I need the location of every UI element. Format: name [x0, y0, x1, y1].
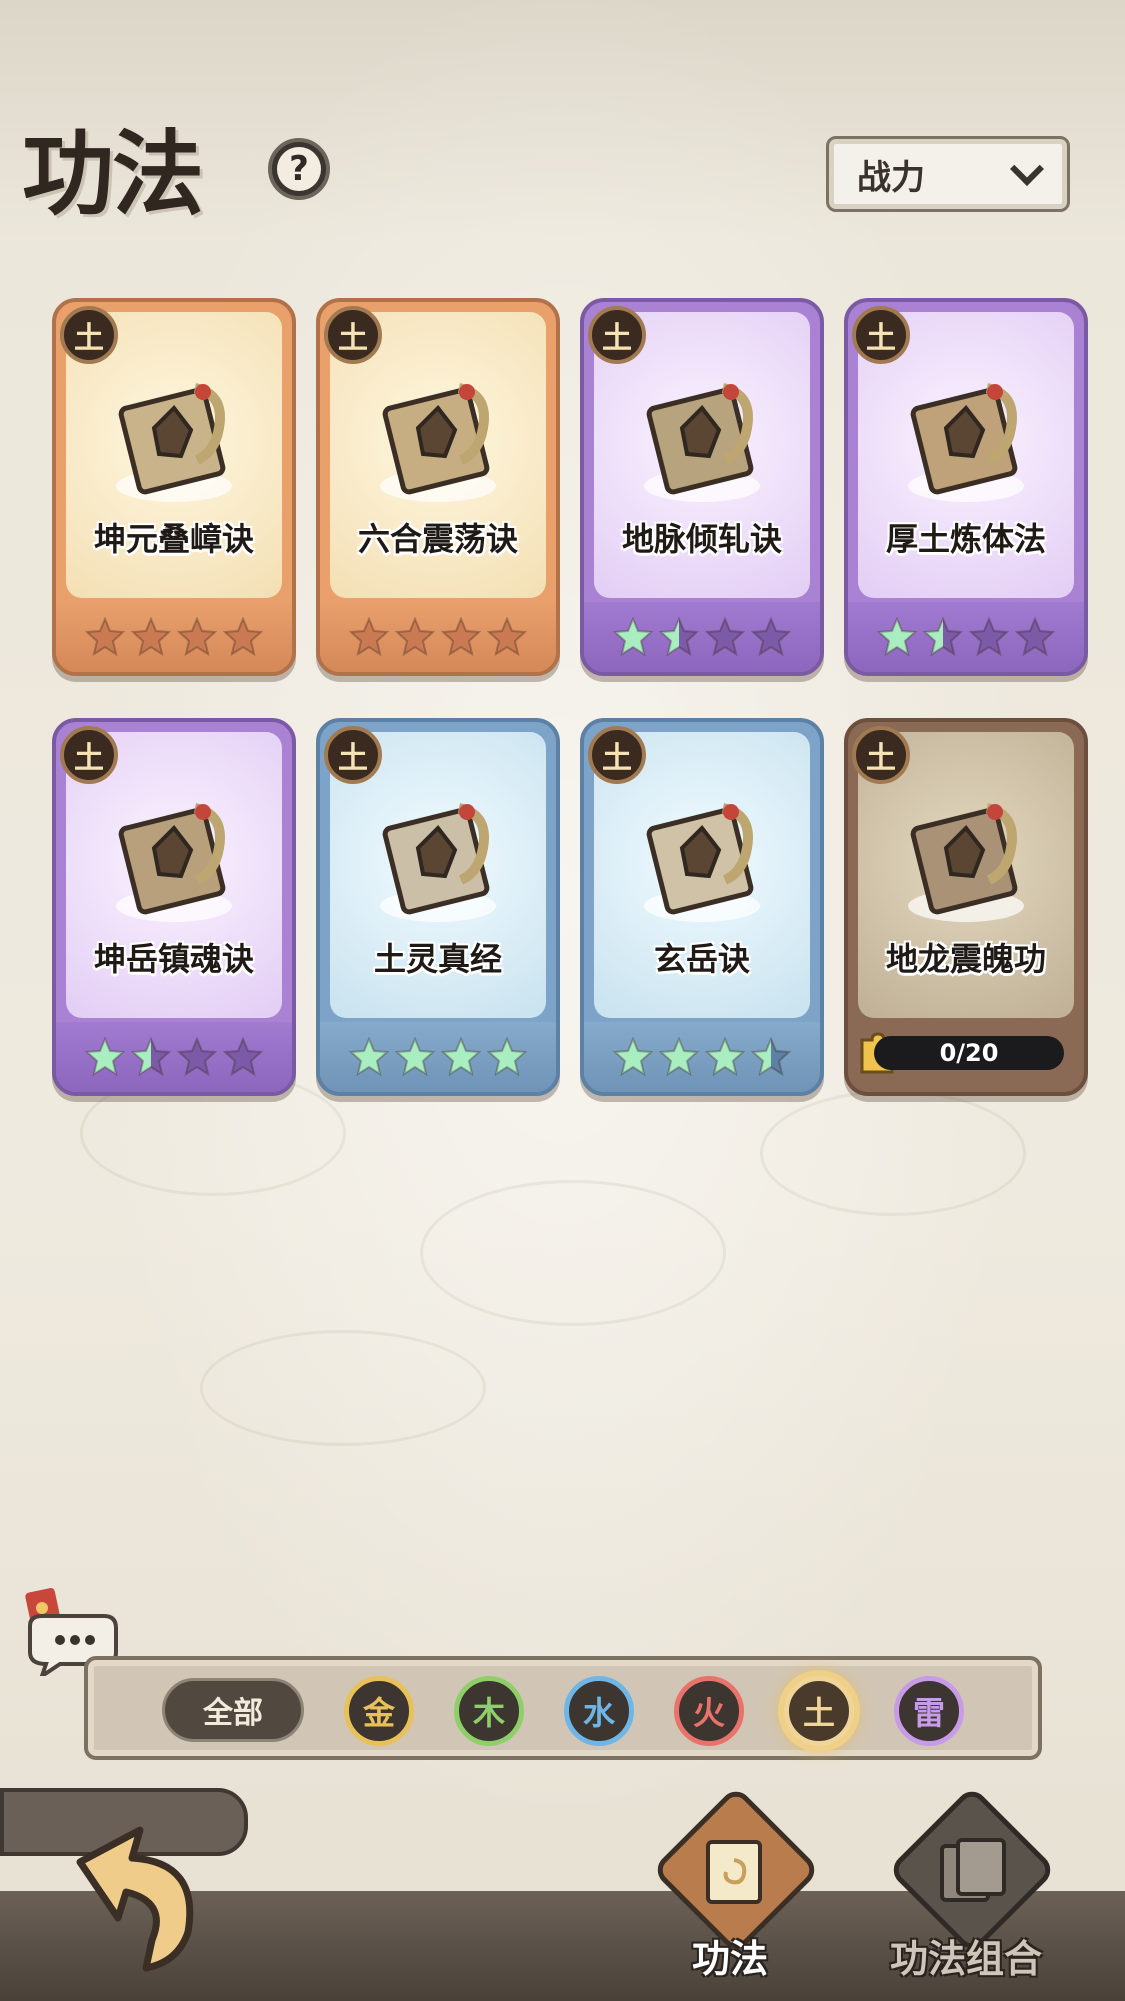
- filter-earth-button[interactable]: 土: [784, 1676, 854, 1746]
- star-icon: [659, 617, 699, 657]
- skill-scroll-art-icon: [644, 383, 760, 502]
- skill-card-name: 坤元叠嶂诀: [93, 520, 254, 558]
- star-icon: [613, 617, 653, 657]
- page-title: 功法: [22, 120, 204, 228]
- star-icon: [85, 1037, 125, 1077]
- star-rating: [584, 602, 820, 672]
- skill-card[interactable]: 土地脉倾轧诀: [580, 298, 824, 676]
- star-icon: [441, 1037, 481, 1077]
- star-icon: [441, 617, 481, 657]
- filter-wood-button[interactable]: 木: [454, 1676, 524, 1746]
- skill-card[interactable]: 土厚土炼体法: [844, 298, 1088, 676]
- star-icon: [969, 617, 1009, 657]
- star-rating: [320, 602, 556, 672]
- element-earth-badge: 土: [588, 306, 646, 364]
- star-icon: [85, 617, 125, 657]
- star-icon: [349, 617, 389, 657]
- star-icon: [751, 1037, 791, 1077]
- element-earth-badge: 土: [588, 726, 646, 784]
- star-icon: [395, 1037, 435, 1077]
- skill-scroll-art-icon: [116, 803, 232, 922]
- skill-card-name: 地脉倾轧诀: [621, 520, 782, 558]
- skill-card-name: 地龙震魄功: [885, 940, 1046, 978]
- skill-card[interactable]: 土土灵真经: [316, 718, 560, 1096]
- question-icon: ?: [277, 147, 321, 191]
- fragment-progress-bar: 0/20: [874, 1036, 1064, 1070]
- skill-card-name: 厚土炼体法: [885, 520, 1046, 558]
- skill-card[interactable]: 土地龙震魄功 0/20: [844, 718, 1088, 1096]
- element-earth-badge: 土: [324, 306, 382, 364]
- star-icon: [877, 617, 917, 657]
- scroll-stack-icon: [940, 1838, 1006, 1902]
- skill-card[interactable]: 土玄岳诀: [580, 718, 824, 1096]
- element-earth-badge: 土: [852, 726, 910, 784]
- tab-gongfa-combo[interactable]: 功法组合: [876, 1785, 1057, 1990]
- skill-card-name: 土灵真经: [373, 940, 502, 978]
- chevron-down-icon: [1010, 152, 1044, 186]
- star-icon: [1015, 617, 1055, 657]
- star-icon: [223, 1037, 263, 1077]
- star-rating: [848, 602, 1084, 672]
- star-icon: [177, 1037, 217, 1077]
- star-icon: [705, 1037, 745, 1077]
- skill-scroll-art-icon: [644, 803, 760, 922]
- star-icon: [613, 1037, 653, 1077]
- star-icon: [395, 617, 435, 657]
- skill-scroll-art-icon: [908, 383, 1024, 502]
- filter-all-button[interactable]: 全部: [162, 1678, 304, 1742]
- tab-gongfa[interactable]: 功法: [640, 1785, 821, 1990]
- scroll-book-icon: [706, 1840, 762, 1904]
- star-icon: [131, 617, 171, 657]
- star-rating: [320, 1022, 556, 1092]
- tab-gongfa-label: 功法: [691, 1937, 768, 1981]
- star-rating: [584, 1022, 820, 1092]
- filter-fire-button[interactable]: 火: [674, 1676, 744, 1746]
- fragment-progress-text: 0/20: [939, 1039, 999, 1067]
- skill-scroll-art-icon: [380, 803, 496, 922]
- star-icon: [131, 1037, 171, 1077]
- star-icon: [751, 617, 791, 657]
- help-button[interactable]: ?: [268, 138, 330, 200]
- star-icon: [487, 617, 527, 657]
- star-icon: [487, 1037, 527, 1077]
- sort-dropdown[interactable]: 战力: [826, 136, 1070, 212]
- filter-water-button[interactable]: 水: [564, 1676, 634, 1746]
- filter-thunder-button[interactable]: 雷: [894, 1676, 964, 1746]
- filter-gold-button[interactable]: 金: [344, 1676, 414, 1746]
- star-icon: [177, 617, 217, 657]
- skill-card[interactable]: 土坤岳镇魂诀: [52, 718, 296, 1096]
- tab-gongfa-combo-label: 功法组合: [889, 1937, 1042, 1981]
- star-icon: [223, 617, 263, 657]
- skill-scroll-art-icon: [380, 383, 496, 502]
- element-earth-badge: 土: [852, 306, 910, 364]
- star-rating: [56, 1022, 292, 1092]
- star-icon: [349, 1037, 389, 1077]
- background-cloud-decoration: [420, 1180, 726, 1326]
- star-icon: [705, 617, 745, 657]
- back-arrow-button[interactable]: [60, 1822, 210, 1972]
- skill-card-name: 六合震荡诀: [357, 520, 518, 558]
- element-earth-badge: 土: [324, 726, 382, 784]
- skill-card[interactable]: 土坤元叠嶂诀: [52, 298, 296, 676]
- element-earth-badge: 土: [60, 726, 118, 784]
- background-cloud-decoration: [760, 1090, 1026, 1216]
- star-icon: [659, 1037, 699, 1077]
- background-cloud-decoration: [200, 1330, 486, 1446]
- skill-card-name: 玄岳诀: [653, 940, 750, 978]
- element-filter-bar: 全部 金 木 水 火 土 雷: [84, 1656, 1042, 1760]
- star-rating: [56, 602, 292, 672]
- sort-selected-label: 战力: [857, 157, 925, 198]
- skill-scroll-art-icon: [908, 803, 1024, 922]
- skill-card-name: 坤岳镇魂诀: [93, 940, 254, 978]
- skill-card[interactable]: 土六合震荡诀: [316, 298, 560, 676]
- skill-scroll-art-icon: [116, 383, 232, 502]
- star-icon: [923, 617, 963, 657]
- element-earth-badge: 土: [60, 306, 118, 364]
